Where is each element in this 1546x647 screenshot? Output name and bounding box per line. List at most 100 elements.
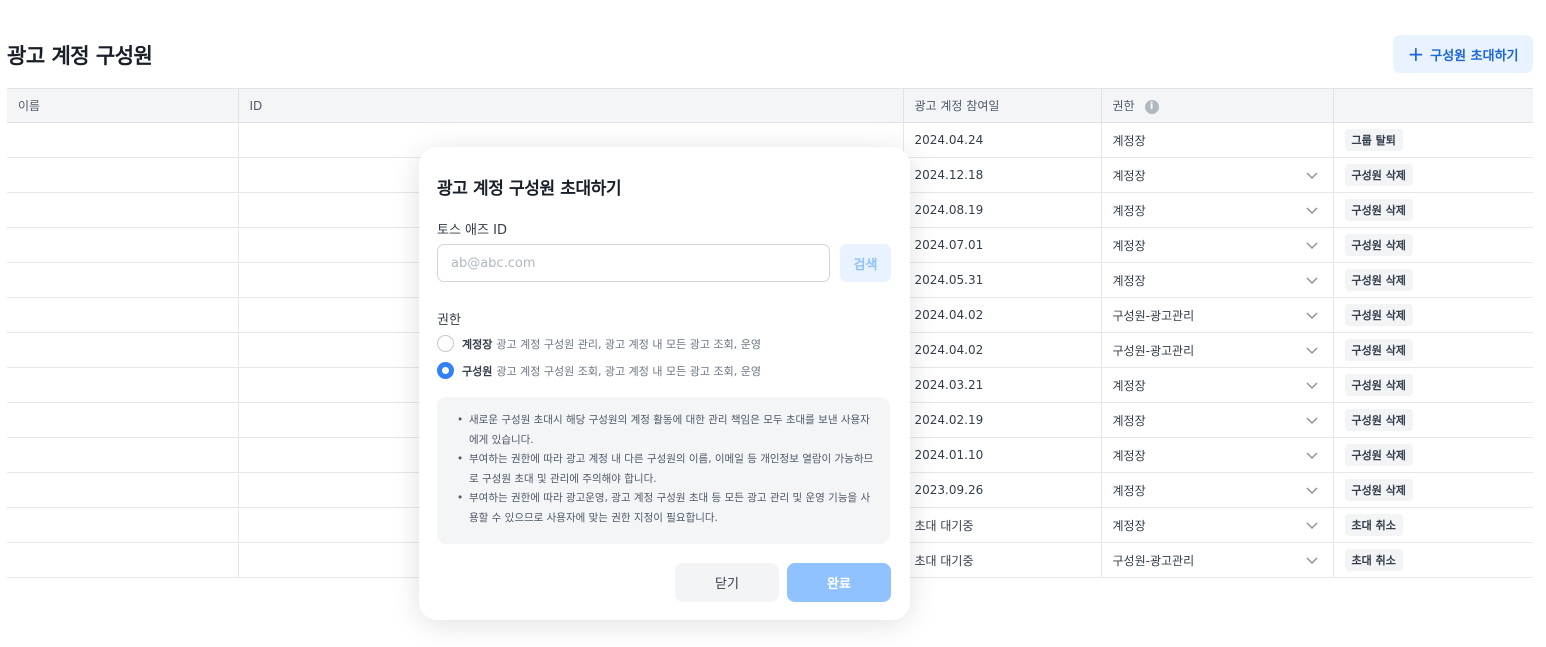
cell-action: 구성원 삭제 [1333, 332, 1533, 368]
close-button[interactable]: 닫기 [675, 563, 779, 602]
row-action-button[interactable]: 구성원 삭제 [1344, 164, 1413, 186]
permission-select[interactable]: 계정장 [1113, 482, 1333, 499]
cell-name [7, 437, 239, 473]
invite-member-button[interactable]: + 구성원 초대하기 [1393, 35, 1533, 73]
invite-member-label: 구성원 초대하기 [1430, 48, 1519, 64]
cell-permission[interactable]: 계정장 [1101, 437, 1334, 473]
permission-select[interactable]: 구성원-광고관리 [1113, 552, 1333, 569]
invite-member-dialog: 광고 계정 구성원 초대하기 토스 애즈 ID 검색 권한 계정장 광고 계정 … [419, 147, 910, 620]
chevron-down-icon[interactable] [1305, 483, 1319, 497]
cell-join-date: 2024.04.02 [903, 332, 1102, 368]
column-header-action [1333, 88, 1533, 123]
chevron-down-icon[interactable] [1305, 413, 1319, 427]
cell-permission[interactable]: 구성원-광고관리 [1101, 332, 1334, 368]
row-action-button[interactable]: 구성원 삭제 [1344, 444, 1413, 466]
cell-permission[interactable]: 계정장 [1101, 227, 1334, 263]
permission-select[interactable]: 계정장 [1113, 272, 1333, 289]
radio-owner[interactable] [437, 335, 454, 352]
page-title: 광고 계정 구성원 [7, 44, 153, 68]
column-header-permission: 권한 i [1101, 88, 1334, 123]
permission-select[interactable]: 계정장 [1113, 517, 1333, 534]
cell-permission[interactable]: 구성원-광고관리 [1101, 297, 1334, 333]
toss-ads-id-input[interactable] [437, 244, 830, 282]
permission-text: 계정장 [1112, 448, 1146, 463]
notice-item: 새로운 구성원 초대시 해당 구성원의 계정 활동에 대한 관리 책임은 모두 … [455, 411, 876, 450]
cell-join-date: 2024.03.21 [903, 367, 1102, 403]
row-action-button[interactable]: 그룹 탈퇴 [1344, 129, 1403, 151]
info-icon[interactable]: i [1144, 99, 1159, 114]
chevron-down-icon[interactable] [1305, 448, 1319, 462]
search-button[interactable]: 검색 [840, 244, 891, 282]
row-action-button[interactable]: 구성원 삭제 [1344, 199, 1413, 221]
cell-join-date: 2024.12.18 [903, 157, 1102, 193]
radio-option-owner[interactable]: 계정장 광고 계정 구성원 관리, 광고 계정 내 모든 광고 조회, 운영 [437, 335, 761, 352]
permission-select[interactable]: 계정장 [1113, 167, 1333, 184]
row-action-button[interactable]: 구성원 삭제 [1344, 479, 1413, 501]
permission-text: 계정장 [1112, 203, 1146, 218]
chevron-down-icon[interactable] [1305, 518, 1319, 532]
cell-name [7, 472, 239, 508]
permission-select[interactable]: 구성원-광고관리 [1113, 307, 1333, 324]
cell-permission[interactable]: 계정장 [1101, 262, 1334, 298]
radio-owner-name: 계정장 [462, 337, 493, 351]
row-action-button[interactable]: 구성원 삭제 [1344, 374, 1413, 396]
cell-permission[interactable]: 구성원-광고관리 [1101, 542, 1334, 578]
row-action-button[interactable]: 구성원 삭제 [1344, 234, 1413, 256]
cell-name [7, 192, 239, 228]
notice-item: 부여하는 권한에 따라 광고운영, 광고 계정 구성원 초대 등 모든 광고 관… [455, 489, 876, 528]
row-action-button[interactable]: 구성원 삭제 [1344, 269, 1413, 291]
radio-option-member[interactable]: 구성원 광고 계정 구성원 조회, 광고 계정 내 모든 광고 조회, 운영 [437, 362, 761, 379]
chevron-down-icon[interactable] [1305, 553, 1319, 567]
done-button[interactable]: 완료 [787, 563, 891, 602]
cell-permission: 계정장 [1101, 122, 1334, 158]
permission-text: 계정장 [1112, 483, 1146, 498]
row-action-button[interactable]: 구성원 삭제 [1344, 304, 1413, 326]
permission-select[interactable]: 계정장 [1113, 412, 1333, 429]
permission-text: 계정장 [1112, 413, 1146, 428]
column-header-id: ID [238, 88, 904, 123]
cell-action: 구성원 삭제 [1333, 227, 1533, 263]
cell-name [7, 332, 239, 368]
permission-text: 계정장 [1112, 518, 1146, 533]
cell-action: 구성원 삭제 [1333, 262, 1533, 298]
cell-action: 구성원 삭제 [1333, 297, 1533, 333]
chevron-down-icon[interactable] [1305, 203, 1319, 217]
permission-select[interactable]: 구성원-광고관리 [1113, 342, 1333, 359]
cell-permission[interactable]: 계정장 [1101, 367, 1334, 403]
cell-action: 초대 취소 [1333, 542, 1533, 578]
chevron-down-icon[interactable] [1305, 273, 1319, 287]
plus-icon: + [1407, 42, 1425, 66]
notice-box: 새로운 구성원 초대시 해당 구성원의 계정 활동에 대한 관리 책임은 모두 … [437, 397, 890, 544]
permission-select[interactable]: 계정장 [1113, 447, 1333, 464]
chevron-down-icon[interactable] [1305, 308, 1319, 322]
cell-join-date: 초대 대기중 [903, 507, 1102, 543]
cell-join-date: 2024.01.10 [903, 437, 1102, 473]
chevron-down-icon[interactable] [1305, 238, 1319, 252]
cell-action: 구성원 삭제 [1333, 157, 1533, 193]
radio-member[interactable] [437, 362, 454, 379]
permission-text: 계정장 [1112, 238, 1146, 253]
permission-text: 구성원-광고관리 [1112, 308, 1195, 323]
cell-permission[interactable]: 계정장 [1101, 192, 1334, 228]
cell-permission[interactable]: 계정장 [1101, 507, 1334, 543]
cell-action: 구성원 삭제 [1333, 472, 1533, 508]
cell-permission[interactable]: 계정장 [1101, 157, 1334, 193]
chevron-down-icon[interactable] [1305, 168, 1319, 182]
permission-select[interactable]: 계정장 [1113, 377, 1333, 394]
cell-permission[interactable]: 계정장 [1101, 472, 1334, 508]
cell-name [7, 402, 239, 438]
dialog-title: 광고 계정 구성원 초대하기 [437, 179, 622, 199]
permission-select[interactable]: 계정장 [1113, 237, 1333, 254]
cell-name [7, 227, 239, 263]
chevron-down-icon[interactable] [1305, 378, 1319, 392]
row-action-button[interactable]: 구성원 삭제 [1344, 409, 1413, 431]
radio-member-name: 구성원 [462, 364, 493, 378]
row-action-button[interactable]: 초대 취소 [1344, 514, 1403, 536]
row-action-button[interactable]: 초대 취소 [1344, 549, 1403, 571]
permission-text: 계정장 [1112, 168, 1146, 183]
permission-select[interactable]: 계정장 [1113, 202, 1333, 219]
chevron-down-icon[interactable] [1305, 343, 1319, 357]
cell-permission[interactable]: 계정장 [1101, 402, 1334, 438]
row-action-button[interactable]: 구성원 삭제 [1344, 339, 1413, 361]
permission-text: 구성원-광고관리 [1112, 553, 1195, 568]
